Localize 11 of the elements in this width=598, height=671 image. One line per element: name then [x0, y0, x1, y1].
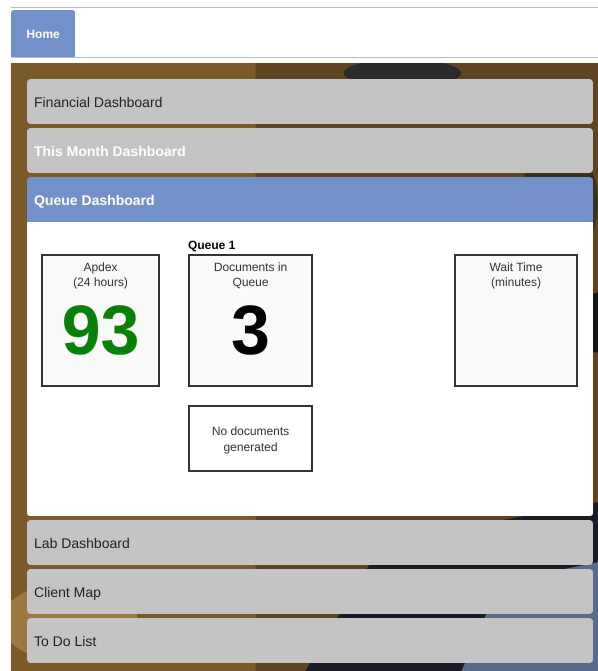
- metric-label: Apdex (24 hours): [73, 260, 128, 290]
- metric-label: Documents in Queue: [214, 260, 288, 290]
- accordion-header[interactable]: Client Map: [27, 569, 593, 614]
- status-text: No documents generated: [212, 422, 290, 454]
- metric-value: 3: [231, 290, 270, 370]
- metric-label: Wait Time (minutes): [490, 260, 542, 290]
- accordion-header[interactable]: Financial Dashboard: [27, 79, 593, 124]
- metric-value: 93: [62, 290, 140, 370]
- accordion-header[interactable]: To Do List: [27, 618, 593, 663]
- accordion-header[interactable]: Lab Dashboard: [27, 520, 593, 565]
- queue-title: Queue 1: [188, 237, 236, 254]
